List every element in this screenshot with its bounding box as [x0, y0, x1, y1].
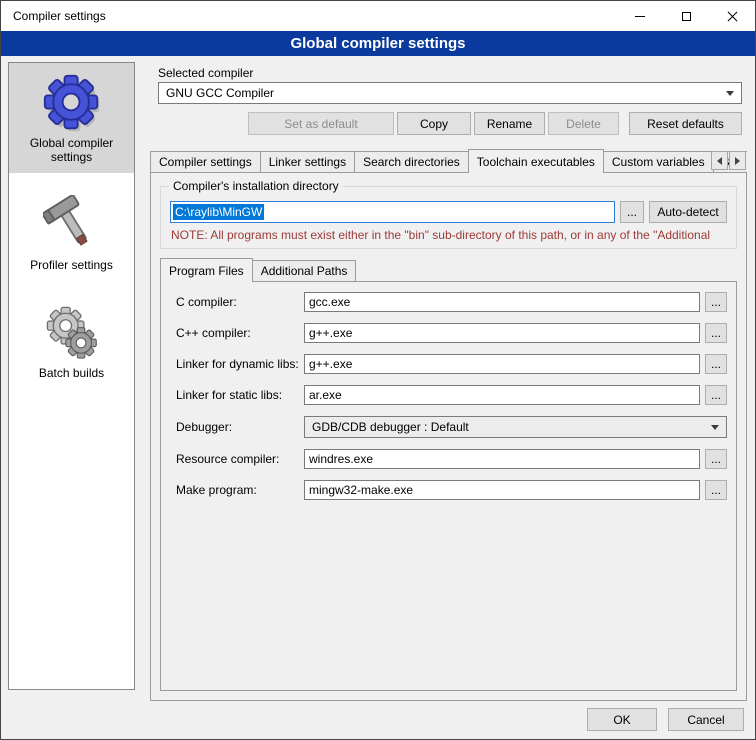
c-compiler-input[interactable]: gcc.exe: [304, 292, 700, 312]
sidebar-item-profiler-settings[interactable]: Profiler settings: [9, 185, 134, 281]
window-controls: [617, 1, 755, 31]
blue-gear-icon: [41, 71, 103, 133]
installation-directory-group: Compiler's installation directory C:\ray…: [160, 186, 737, 249]
sidebar-item-batch-builds[interactable]: Batch builds: [9, 293, 134, 389]
browse-button[interactable]: ...: [705, 480, 727, 500]
installation-directory-input[interactable]: C:\raylib\MinGW: [170, 201, 615, 223]
group-title: Compiler's installation directory: [169, 179, 343, 193]
browse-button[interactable]: ...: [705, 385, 727, 405]
browse-button[interactable]: ...: [705, 354, 727, 374]
program-row: Debugger: GDB/CDB debugger : Default: [176, 416, 727, 438]
copy-button[interactable]: Copy: [397, 112, 471, 135]
browse-button[interactable]: ...: [705, 292, 727, 312]
page-title: Global compiler settings: [1, 31, 755, 56]
debugger-select[interactable]: GDB/CDB debugger : Default: [304, 416, 727, 438]
field-label: C compiler:: [176, 295, 304, 309]
tab-scroll-right-button[interactable]: [729, 151, 746, 170]
set-as-default-button: Set as default: [248, 112, 394, 135]
installation-directory-row: C:\raylib\MinGW ... Auto-detect: [170, 201, 727, 223]
note-text: NOTE: All programs must exist either in …: [171, 228, 726, 242]
maximize-icon: [682, 12, 691, 21]
debugger-select-value: GDB/CDB debugger : Default: [312, 420, 711, 434]
cancel-button[interactable]: Cancel: [668, 708, 744, 731]
compiler-select-value: GNU GCC Compiler: [166, 86, 726, 100]
delete-button: Delete: [548, 112, 619, 135]
profiler-tool-icon: [41, 193, 103, 255]
field-label: Linker for static libs:: [176, 388, 304, 402]
program-tabstrip: Program Files Additional Paths: [160, 258, 737, 282]
rename-button[interactable]: Rename: [474, 112, 545, 135]
maximize-button[interactable]: [663, 1, 709, 31]
tab-search-directories[interactable]: Search directories: [354, 151, 469, 173]
tab-additional-paths[interactable]: Additional Paths: [252, 260, 357, 282]
program-row: C compiler: gcc.exe ...: [176, 292, 727, 312]
sidebar-item-label: Profiler settings: [30, 258, 113, 272]
minimize-icon: [635, 16, 645, 17]
tab-linker-settings[interactable]: Linker settings: [260, 151, 355, 173]
minimize-button[interactable]: [617, 1, 663, 31]
program-row: Make program: mingw32-make.exe ...: [176, 480, 727, 500]
tab-compiler-settings[interactable]: Compiler settings: [150, 151, 261, 173]
make-program-input[interactable]: mingw32-make.exe: [304, 480, 700, 500]
compiler-settings-dialog: Compiler settings Global compiler settin…: [0, 0, 756, 740]
dialog-footer: OK Cancel: [587, 708, 744, 731]
field-label: Linker for dynamic libs:: [176, 357, 304, 371]
program-row: Linker for dynamic libs: g++.exe ...: [176, 354, 727, 374]
field-label: Make program:: [176, 483, 304, 497]
ok-button[interactable]: OK: [587, 708, 657, 731]
auto-detect-button[interactable]: Auto-detect: [649, 201, 727, 223]
settings-tabstrip: Compiler settings Linker settings Search…: [150, 149, 747, 173]
chevron-down-icon: [711, 425, 719, 430]
gray-gears-icon: [41, 301, 103, 363]
browse-directory-button[interactable]: ...: [620, 201, 644, 223]
browse-button[interactable]: ...: [705, 449, 727, 469]
titlebar: Compiler settings: [1, 1, 755, 31]
tab-program-files[interactable]: Program Files: [160, 258, 253, 282]
close-icon: [727, 11, 738, 22]
window-title: Compiler settings: [13, 9, 106, 23]
sidebar-item-label: Global compiler settings: [11, 136, 132, 164]
chevron-down-icon: [726, 91, 734, 96]
cpp-compiler-input[interactable]: g++.exe: [304, 323, 700, 343]
selected-path-text: C:\raylib\MinGW: [173, 204, 264, 220]
toolchain-executables-page: Compiler's installation directory C:\ray…: [150, 172, 747, 701]
resource-compiler-input[interactable]: windres.exe: [304, 449, 700, 469]
compiler-select[interactable]: GNU GCC Compiler: [158, 82, 742, 104]
reset-defaults-button[interactable]: Reset defaults: [629, 112, 742, 135]
field-label: Resource compiler:: [176, 452, 304, 466]
browse-button[interactable]: ...: [705, 323, 727, 343]
sidebar-item-label: Batch builds: [39, 366, 104, 380]
program-row: Resource compiler: windres.exe ...: [176, 449, 727, 469]
close-button[interactable]: [709, 1, 755, 31]
settings-sidebar: Global compiler settings Profiler settin…: [8, 62, 135, 690]
dynamic-linker-input[interactable]: g++.exe: [304, 354, 700, 374]
program-row: Linker for static libs: ar.exe ...: [176, 385, 727, 405]
arrow-right-icon: [735, 157, 740, 165]
sidebar-item-global-compiler-settings[interactable]: Global compiler settings: [9, 63, 134, 173]
arrow-left-icon: [717, 157, 722, 165]
field-label: Debugger:: [176, 420, 304, 434]
selected-compiler-label: Selected compiler: [158, 66, 253, 80]
tab-custom-variables[interactable]: Custom variables: [603, 151, 714, 173]
tab-scroll-arrows: [711, 151, 746, 170]
compiler-actions: Set as default Copy Rename Delete Reset …: [158, 112, 742, 135]
field-label: C++ compiler:: [176, 326, 304, 340]
program-files-panel: C compiler: gcc.exe ... C++ compiler: g+…: [160, 281, 737, 691]
program-row: C++ compiler: g++.exe ...: [176, 323, 727, 343]
static-linker-input[interactable]: ar.exe: [304, 385, 700, 405]
tab-scroll-left-button[interactable]: [711, 151, 728, 170]
tab-toolchain-executables[interactable]: Toolchain executables: [468, 149, 604, 173]
